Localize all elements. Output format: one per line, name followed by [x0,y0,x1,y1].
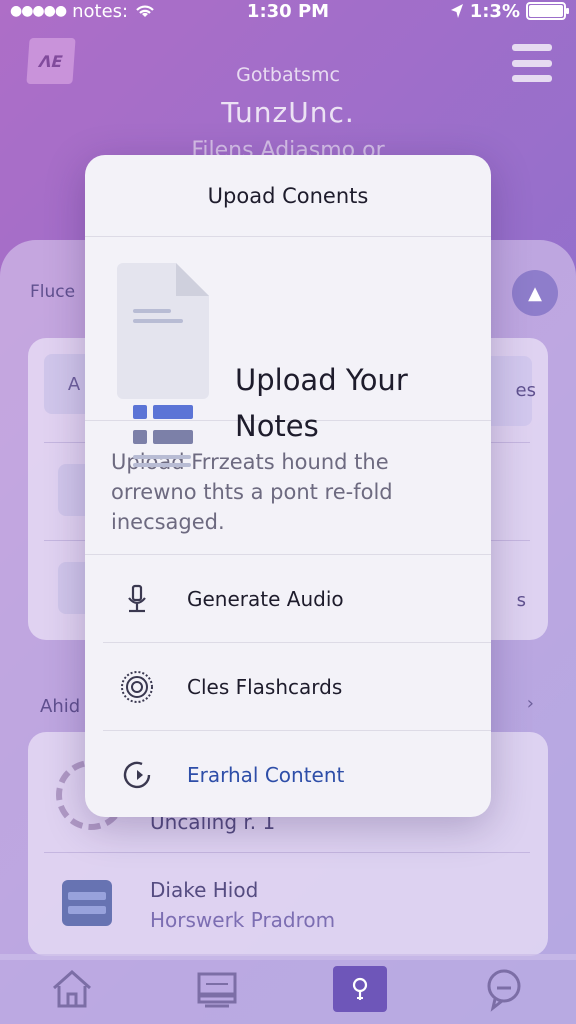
option-label: Erarhal Content [187,763,345,787]
microphone-icon [117,579,157,619]
hero-title: Upload Your Notes [235,363,408,443]
generate-audio-option[interactable]: Generate Audio [103,555,491,643]
modal-hero[interactable]: Upload Your Notes [85,237,491,467]
upload-modal: Upoad Conents Upload Your Notes Upload F… [85,155,491,817]
flashcards-icon [117,667,157,707]
content-option[interactable]: Erarhal Content [103,731,491,817]
modal-title: Upoad Conents [85,155,491,237]
option-label: Cles Flashcards [187,674,343,699]
content-icon [117,755,157,795]
option-label: Generate Audio [187,586,344,611]
flashcards-option[interactable]: Cles Flashcards [103,643,491,731]
